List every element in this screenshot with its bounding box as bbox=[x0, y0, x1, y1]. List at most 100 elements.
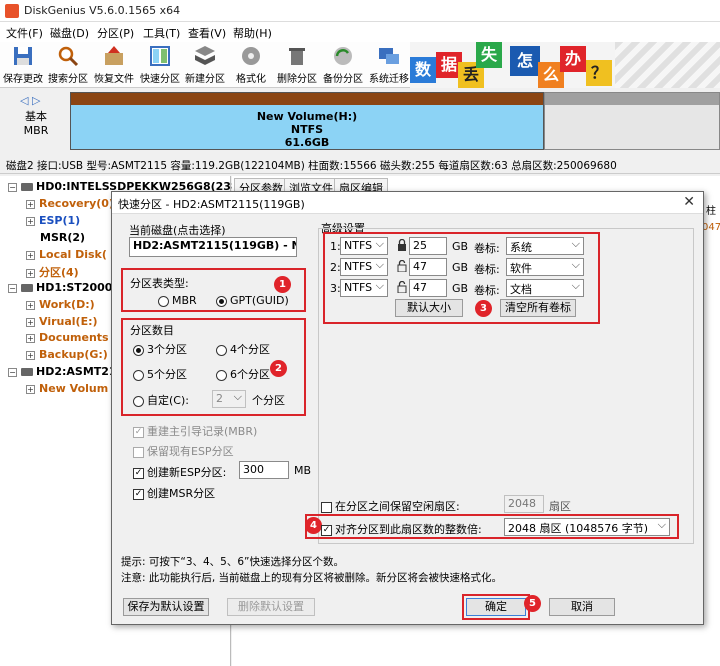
tree-node-virual[interactable]: + Virual(E:) bbox=[26, 315, 98, 328]
radio-label: MBR bbox=[172, 294, 197, 307]
recover-files-button[interactable]: 恢复文件 bbox=[91, 44, 137, 86]
tree-node-hd1[interactable]: − HD1:ST2000D bbox=[8, 281, 122, 294]
expand-icon[interactable]: + bbox=[26, 317, 35, 327]
tree-node-documents[interactable]: + Documents bbox=[26, 331, 109, 344]
keep-free-checkbox[interactable]: 在分区之间保留空闲扇区: bbox=[321, 498, 460, 514]
tree-node-backup[interactable]: + Backup(G:) bbox=[26, 348, 108, 361]
menu-partition[interactable]: 分区(P) bbox=[97, 25, 134, 41]
quick-partition-button[interactable]: 快速分区 bbox=[137, 44, 183, 86]
save-changes-button[interactable]: 保存更改 bbox=[0, 44, 46, 86]
expand-icon[interactable]: + bbox=[26, 384, 35, 394]
expand-icon[interactable]: + bbox=[26, 333, 35, 343]
table-type-label: 分区表类型: bbox=[130, 277, 189, 290]
clear-labels-button[interactable]: 清空所有卷标 bbox=[500, 299, 576, 317]
checkbox-box bbox=[133, 446, 144, 458]
disk-nav-arrows[interactable]: ◁ ▷ bbox=[20, 94, 40, 107]
menu-disk[interactable]: 磁盘(D) bbox=[50, 25, 89, 41]
recover-box-icon bbox=[105, 46, 123, 65]
keep-free-field[interactable]: 2048 bbox=[504, 495, 544, 513]
cancel-button[interactable]: 取消 bbox=[549, 598, 615, 616]
expand-icon[interactable]: + bbox=[26, 250, 35, 260]
delete-partition-button[interactable]: 删除分区 bbox=[274, 44, 320, 86]
ad-banner[interactable]: 数 据 丢 失 怎 么 办 ？ bbox=[410, 42, 720, 88]
current-disk-field[interactable]: HD2:ASMT2115(119GB) - New Vo bbox=[129, 237, 297, 257]
align-checkbox[interactable]: ✓ 对齐分区到此扇区数的整数倍: bbox=[321, 521, 482, 537]
checkbox-label: 在分区之间保留空闲扇区: bbox=[335, 500, 460, 513]
backup-partition-button[interactable]: 备份分区 bbox=[320, 44, 366, 86]
radio-circle bbox=[216, 369, 227, 381]
radio-gpt[interactable]: GPT(GUID) bbox=[216, 294, 289, 307]
delete-default-button[interactable]: 删除默认设置 bbox=[227, 598, 315, 616]
radio-3-partitions[interactable]: 3个分区 bbox=[133, 341, 187, 357]
tree-node-work[interactable]: + Work(D:) bbox=[26, 298, 95, 311]
esp-size-field[interactable]: 300 bbox=[239, 461, 289, 479]
row2-fs-combo[interactable]: NTFS bbox=[340, 258, 388, 276]
partition-bar-unallocated[interactable] bbox=[544, 92, 720, 150]
unlock-icon[interactable] bbox=[397, 281, 407, 293]
checkbox-label: 创建MSR分区 bbox=[147, 487, 216, 500]
new-partition-button[interactable]: 新建分区 bbox=[182, 44, 228, 86]
search-partition-button[interactable]: 搜索分区 bbox=[45, 44, 91, 86]
align-combo[interactable]: 2048 扇区 (1048576 字节) bbox=[504, 518, 670, 536]
expand-icon[interactable]: + bbox=[26, 300, 35, 310]
step-badge-4: 4 bbox=[305, 517, 322, 534]
close-icon[interactable]: ✕ bbox=[683, 194, 695, 210]
app-icon bbox=[5, 4, 19, 18]
expand-icon[interactable]: + bbox=[26, 216, 35, 226]
new-partition-icon bbox=[195, 46, 215, 65]
expand-icon[interactable]: + bbox=[26, 199, 35, 209]
tree-node-hd2[interactable]: − HD2:ASMT211 bbox=[8, 365, 124, 378]
checkbox-box: ✓ bbox=[133, 426, 144, 438]
expand-icon[interactable]: + bbox=[26, 350, 35, 360]
tree-node-msr[interactable]: MSR(2) bbox=[40, 231, 85, 244]
radio-custom[interactable]: 自定(C): bbox=[133, 392, 189, 408]
partition-bar-h[interactable]: New Volume(H:) NTFS 61.6GB bbox=[70, 92, 544, 150]
collapse-icon[interactable]: − bbox=[8, 182, 17, 192]
rebuild-mbr-checkbox[interactable]: ✓ 重建主引导记录(MBR) bbox=[133, 423, 257, 439]
row3-volume-combo[interactable]: 文档 bbox=[506, 279, 584, 297]
unlock-icon[interactable] bbox=[397, 260, 407, 272]
disk-icon bbox=[21, 183, 33, 191]
custom-count-combo[interactable]: 2 bbox=[212, 390, 246, 408]
menu-tools[interactable]: 工具(T) bbox=[143, 25, 180, 41]
ok-button[interactable]: 确定 bbox=[466, 598, 526, 616]
radio-6-partitions[interactable]: 6个分区 bbox=[216, 366, 270, 382]
tree-node-esp[interactable]: + ESP(1) bbox=[26, 214, 80, 227]
keep-esp-checkbox[interactable]: 保留现有ESP分区 bbox=[133, 443, 234, 459]
row1-fs-combo[interactable]: NTFS bbox=[340, 237, 388, 255]
radio-label: 5个分区 bbox=[147, 368, 187, 381]
row3-fs-combo[interactable]: NTFS bbox=[340, 279, 388, 297]
tree-node-recovery[interactable]: + Recovery(0) bbox=[26, 197, 114, 210]
expand-icon[interactable]: + bbox=[26, 268, 35, 278]
tree-node-new-volume[interactable]: + New Volum bbox=[26, 382, 108, 395]
menu-file[interactable]: 文件(F) bbox=[6, 25, 43, 41]
radio-mbr[interactable]: MBR bbox=[158, 294, 197, 307]
tree-node-local-disk[interactable]: + Local Disk( bbox=[26, 248, 107, 261]
format-disc-icon bbox=[242, 47, 260, 65]
checkbox-label: 创建新ESP分区: bbox=[147, 466, 227, 479]
format-button[interactable]: 格式化 bbox=[228, 44, 274, 86]
radio-4-partitions[interactable]: 4个分区 bbox=[216, 341, 270, 357]
lock-icon[interactable] bbox=[397, 239, 407, 251]
collapse-icon[interactable]: − bbox=[8, 367, 17, 377]
create-msr-checkbox[interactable]: ✓ 创建MSR分区 bbox=[133, 485, 215, 501]
step-badge-2: 2 bbox=[270, 360, 287, 377]
save-default-button[interactable]: 保存为默认设置 bbox=[123, 598, 209, 616]
radio-5-partitions[interactable]: 5个分区 bbox=[133, 366, 187, 382]
create-esp-checkbox[interactable]: ✓ 创建新ESP分区: bbox=[133, 464, 226, 480]
tree-node-partition4[interactable]: + 分区(4) bbox=[26, 264, 79, 280]
row3-size-field[interactable]: 47 bbox=[409, 279, 447, 297]
default-size-button[interactable]: 默认大小 bbox=[395, 299, 463, 317]
disk-type: 基本 MBR bbox=[6, 110, 66, 138]
row-vol-label: 卷标: bbox=[474, 242, 500, 255]
row2-size-field[interactable]: 47 bbox=[409, 258, 447, 276]
menu-help[interactable]: 帮助(H) bbox=[233, 25, 272, 41]
radio-circle bbox=[158, 295, 169, 307]
row2-volume-combo[interactable]: 软件 bbox=[506, 258, 584, 276]
collapse-icon[interactable]: − bbox=[8, 283, 17, 293]
menu-view[interactable]: 查看(V) bbox=[188, 25, 226, 41]
row-unit: GB bbox=[452, 261, 469, 274]
row1-volume-combo[interactable]: 系统 bbox=[506, 237, 584, 255]
system-migration-button[interactable]: 系统迁移 bbox=[366, 44, 412, 86]
row1-size-field[interactable]: 25 bbox=[409, 237, 447, 255]
